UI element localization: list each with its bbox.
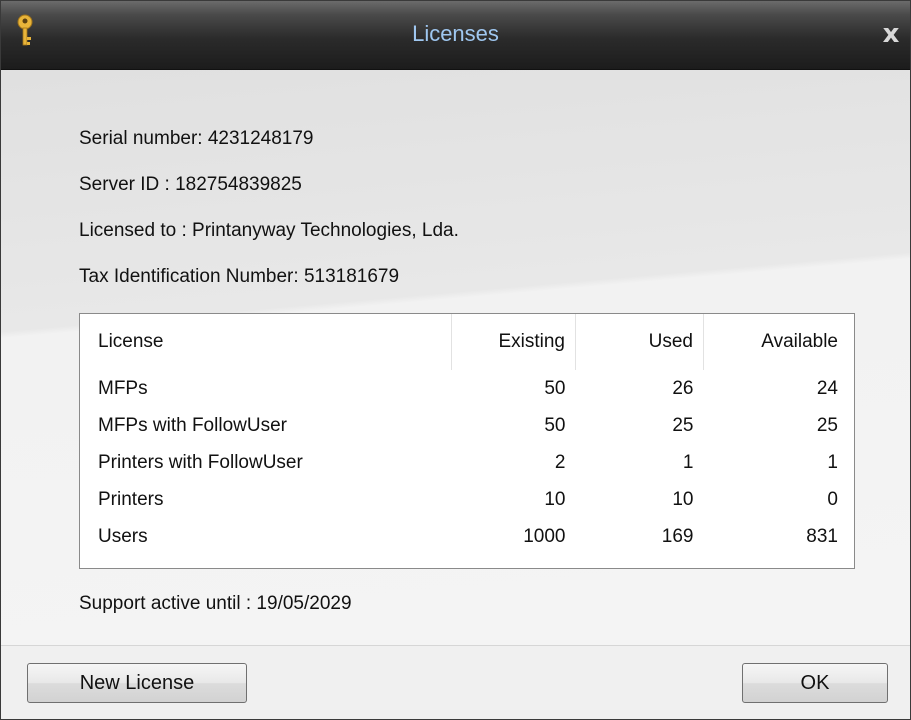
- title-bar: Licenses x: [1, 1, 910, 70]
- column-header-used[interactable]: Used: [575, 314, 704, 370]
- available-count: 0: [827, 488, 838, 510]
- license-name: MFPs: [98, 377, 148, 399]
- used-count: 1: [682, 451, 694, 473]
- available-count: 25: [816, 414, 838, 436]
- existing-count: 50: [544, 414, 566, 436]
- table-row[interactable]: Users 1000 169 831: [88, 518, 848, 555]
- table-row[interactable]: MFPs with FollowUser 50 25 25: [88, 407, 848, 444]
- available-count: 1: [827, 451, 838, 473]
- licenses-dialog: Licenses x Serial number: 4231248179 Ser…: [0, 0, 911, 720]
- server-id: Server ID : 182754839825: [79, 174, 302, 195]
- existing-count: 2: [554, 451, 566, 473]
- license-name: Printers: [98, 488, 164, 510]
- license-name: Printers with FollowUser: [98, 451, 303, 473]
- used-count: 26: [672, 377, 694, 399]
- ok-button[interactable]: OK: [742, 663, 888, 703]
- close-button[interactable]: x: [878, 21, 904, 47]
- table-row[interactable]: MFPs 50 26 24: [88, 370, 848, 407]
- column-header-license[interactable]: License: [88, 314, 452, 370]
- license-name: Users: [98, 525, 148, 547]
- window-title: Licenses: [412, 21, 499, 46]
- used-count: 169: [661, 525, 694, 547]
- serial-number: Serial number: 4231248179: [79, 128, 314, 149]
- available-count: 24: [816, 377, 838, 399]
- dialog-content: Serial number: 4231248179 Server ID : 18…: [1, 70, 910, 645]
- licensed-to: Licensed to : Printanyway Technologies, …: [79, 220, 459, 241]
- table-row[interactable]: Printers with FollowUser 2 1 1: [88, 444, 848, 481]
- button-bar: New License OK: [1, 645, 910, 719]
- license-table: License Existing Used Available MFPs 50 …: [79, 313, 855, 569]
- available-count: 831: [806, 525, 838, 547]
- used-count: 10: [672, 488, 694, 510]
- column-header-available[interactable]: Available: [704, 314, 849, 370]
- existing-count: 50: [544, 377, 566, 399]
- existing-count: 1000: [523, 525, 566, 547]
- support-expiry: Support active until : 19/05/2029: [79, 593, 352, 614]
- existing-count: 10: [544, 488, 566, 510]
- column-header-existing[interactable]: Existing: [451, 314, 576, 370]
- tax-identification-number: Tax Identification Number: 513181679: [79, 266, 400, 287]
- table-header-row: License Existing Used Available: [88, 314, 848, 370]
- license-name: MFPs with FollowUser: [98, 414, 287, 436]
- table-row[interactable]: Printers 10 10 0: [88, 481, 848, 518]
- new-license-button[interactable]: New License: [27, 663, 247, 703]
- used-count: 25: [672, 414, 694, 436]
